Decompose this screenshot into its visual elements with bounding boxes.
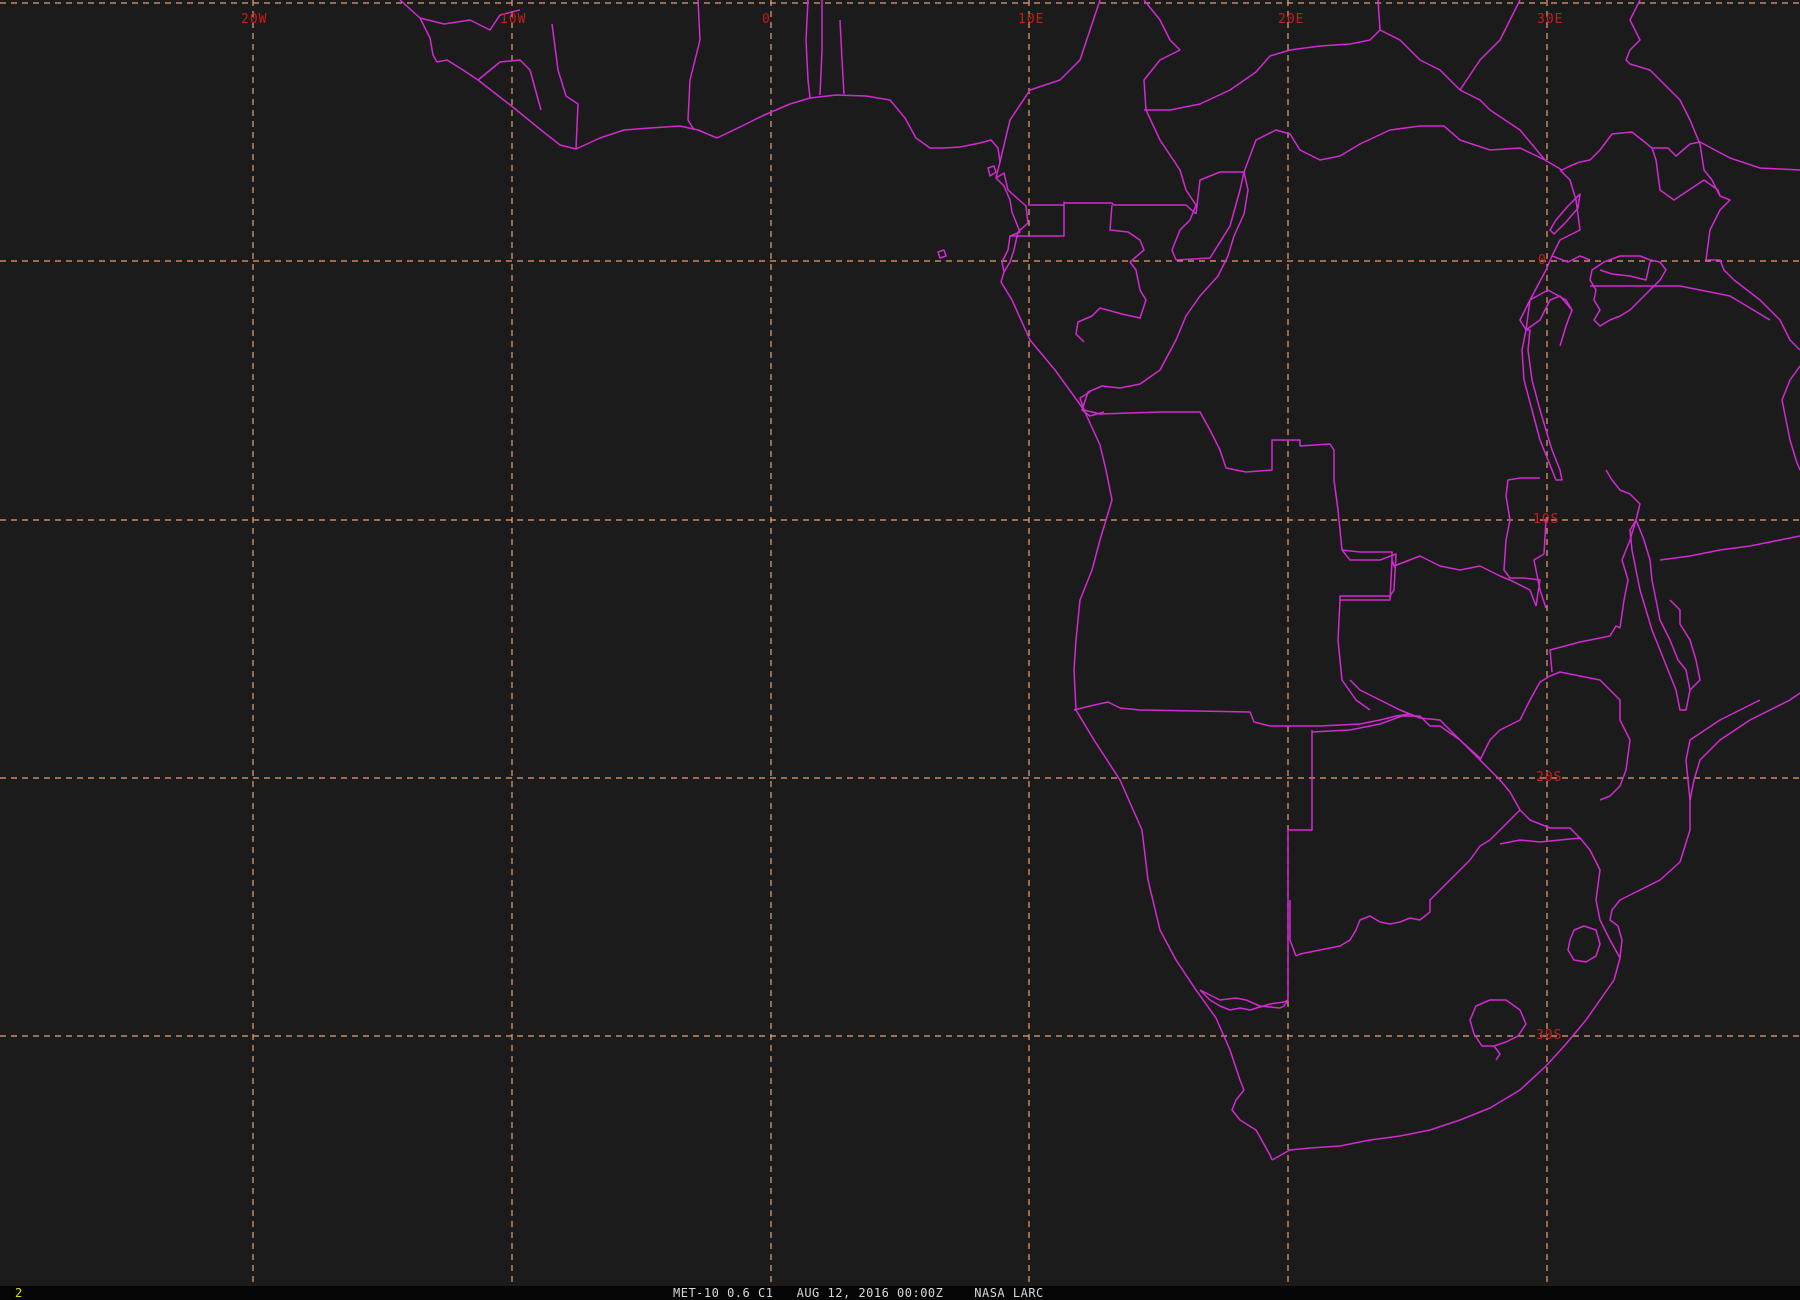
lat-label-0: 0 <box>1538 253 1547 268</box>
lat-label-10s: 10S <box>1533 512 1559 527</box>
image-caption: MET-10 0.6 C1 AUG 12, 2016 00:00Z NASA L… <box>673 1286 1044 1300</box>
lat-label-30s: 30S <box>1536 1028 1562 1043</box>
satellite-map: 20W 10W 0 10E 20E 30E 0 10S 20S 30S 2 ME… <box>0 0 1800 1300</box>
lon-label-0: 0 <box>762 12 771 27</box>
frame-number: 2 <box>15 1286 23 1300</box>
lon-label-10e: 10E <box>1018 12 1044 27</box>
lon-label-10w: 10W <box>500 12 526 27</box>
lat-label-20s: 20S <box>1536 770 1562 785</box>
lon-label-20e: 20E <box>1278 12 1304 27</box>
lon-label-30e: 30E <box>1537 12 1563 27</box>
lon-label-20w: 20W <box>241 12 267 27</box>
map-canvas: 20W 10W 0 10E 20E 30E 0 10S 20S 30S <box>0 0 1800 1300</box>
status-bar: 2 MET-10 0.6 C1 AUG 12, 2016 00:00Z NASA… <box>0 1286 1800 1300</box>
map-background <box>0 0 1800 1300</box>
